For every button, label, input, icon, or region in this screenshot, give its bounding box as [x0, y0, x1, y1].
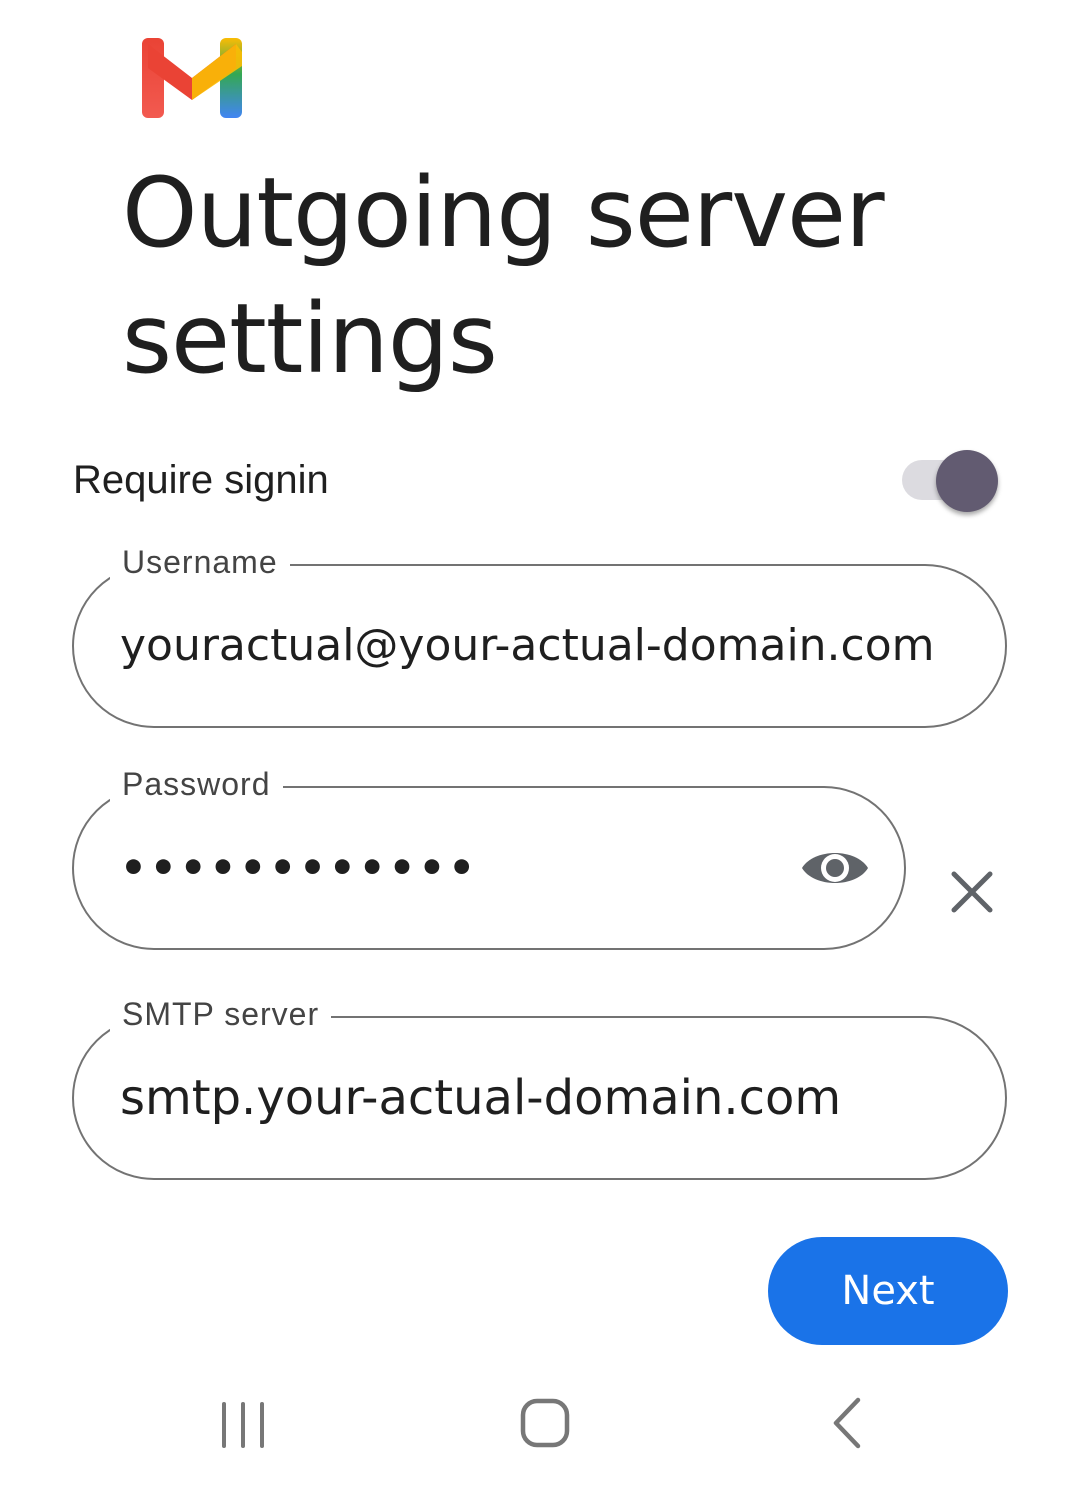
smtp-server-label: SMTP server: [110, 990, 332, 1038]
password-input[interactable]: ••••••••••••: [120, 838, 478, 898]
username-label: Username: [110, 538, 290, 586]
eye-icon[interactable]: [800, 843, 870, 893]
home-icon[interactable]: [518, 1396, 572, 1450]
require-signin-label: Require signin: [73, 458, 329, 502]
page-title: Outgoing server settings: [122, 157, 885, 395]
close-icon[interactable]: [946, 866, 998, 918]
smtp-server-field[interactable]: SMTP server smtp.your-actual-domain.com: [72, 990, 1007, 1180]
toggle-thumb: [936, 450, 998, 512]
require-signin-toggle[interactable]: [900, 450, 1000, 512]
password-field[interactable]: Password ••••••••••••: [72, 760, 906, 950]
username-input[interactable]: youractual@your-actual-domain.com: [120, 616, 959, 676]
password-label: Password: [110, 760, 283, 808]
smtp-server-input[interactable]: smtp.your-actual-domain.com: [120, 1068, 841, 1128]
recent-apps-icon[interactable]: [216, 1400, 270, 1450]
gmail-logo-icon: [142, 38, 242, 118]
username-field[interactable]: Username youractual@your-actual-domain.c…: [72, 538, 1007, 728]
back-chevron-icon[interactable]: [826, 1396, 866, 1450]
next-button[interactable]: Next: [768, 1237, 1008, 1345]
